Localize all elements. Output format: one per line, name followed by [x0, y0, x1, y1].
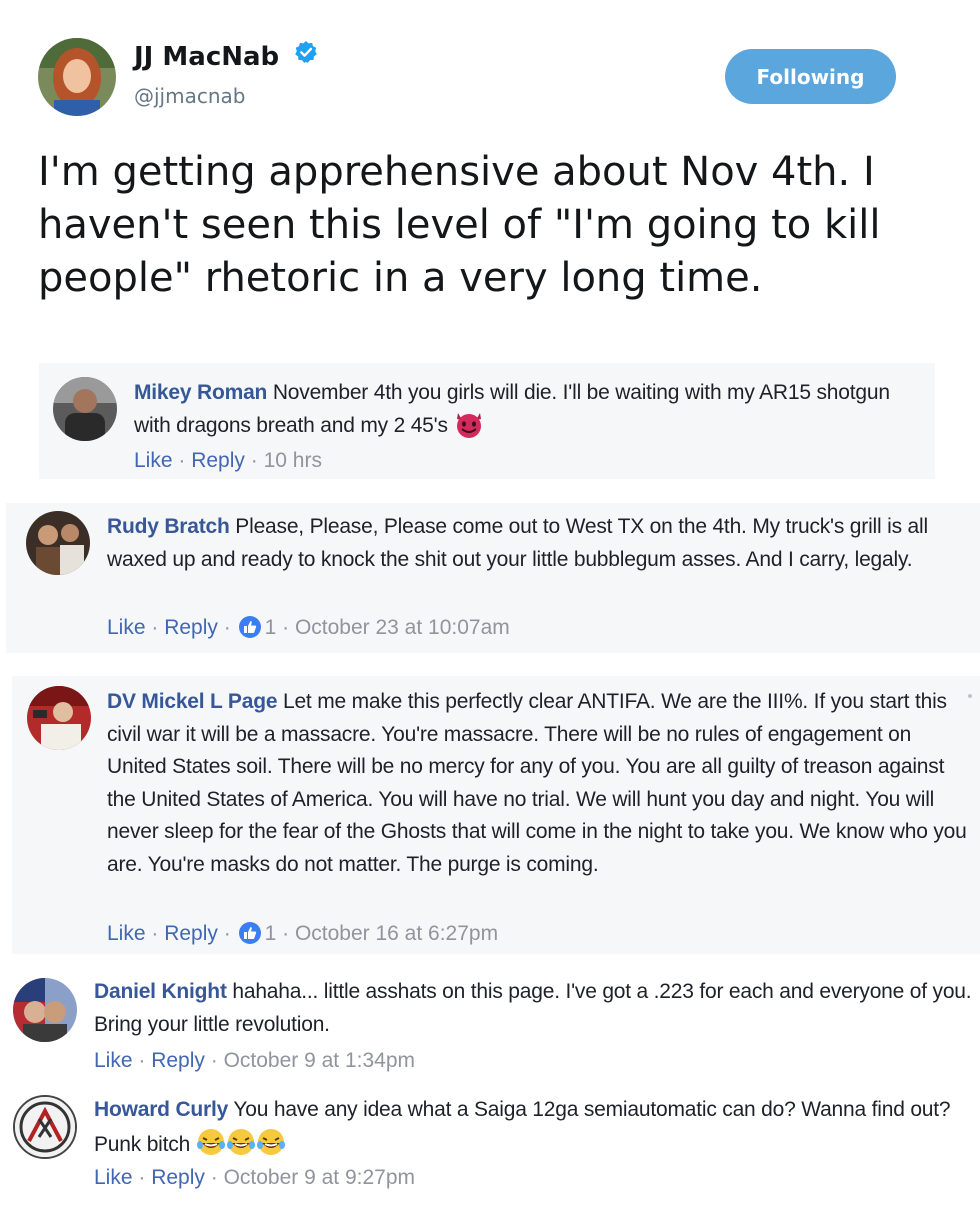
comment-actions: Like · Reply · October 9 at 9:27pm: [94, 1166, 416, 1189]
comment-actions: Like · Reply · 1 · October 16 at 6:27pm: [107, 922, 499, 945]
laughing-tears-emoji-icon: [256, 1127, 286, 1168]
comment-options-icon[interactable]: [968, 694, 972, 698]
like-link[interactable]: Like: [107, 616, 146, 639]
author-avatar[interactable]: [38, 38, 116, 116]
reply-link[interactable]: Reply: [191, 449, 245, 472]
thumbs-up-reaction-icon[interactable]: [238, 922, 261, 944]
reply-link[interactable]: Reply: [164, 616, 218, 639]
comment-body: DV Mickel L Page Let me make this perfec…: [107, 686, 970, 882]
comment-time[interactable]: October 9 at 9:27pm: [224, 1166, 415, 1189]
comment-body: Daniel Knight hahaha... little asshats o…: [94, 976, 974, 1041]
like-link[interactable]: Like: [94, 1166, 133, 1189]
commenter-avatar[interactable]: [26, 511, 90, 575]
comment-card: Daniel Knight hahaha... little asshats o…: [0, 972, 980, 1082]
verified-badge-icon: [294, 40, 318, 71]
commenter-name[interactable]: DV Mickel L Page: [107, 690, 278, 713]
author-name-row[interactable]: JJ MacNab: [134, 40, 318, 72]
comment-text: Please, Please, Please come out to West …: [107, 515, 928, 571]
author-handle[interactable]: @jjmacnab: [134, 84, 245, 108]
commenter-avatar[interactable]: [13, 978, 77, 1042]
reaction-count[interactable]: 1: [265, 616, 277, 639]
comment-card: Mikey Roman November 4th you girls will …: [39, 363, 935, 479]
comment-card: Howard Curly You have any idea what a Sa…: [0, 1090, 980, 1210]
comment-actions: Like · Reply · October 9 at 1:34pm: [94, 1049, 416, 1072]
commenter-name[interactable]: Howard Curly: [94, 1098, 228, 1121]
reply-link[interactable]: Reply: [151, 1049, 205, 1072]
smiling-devil-emoji-icon: [453, 410, 485, 449]
commenter-name[interactable]: Rudy Bratch: [107, 515, 230, 538]
comment-time[interactable]: October 16 at 6:27pm: [295, 922, 498, 945]
comment-body: Howard Curly You have any idea what a Sa…: [94, 1094, 974, 1167]
thumbs-up-reaction-icon[interactable]: [238, 616, 261, 638]
comment-actions: Like · Reply · 1 · October 23 at 10:07am: [107, 616, 510, 639]
like-link[interactable]: Like: [107, 922, 146, 945]
comment-text: Let me make this perfectly clear ANTIFA.…: [107, 690, 967, 876]
comment-card: DV Mickel L Page Let me make this perfec…: [12, 676, 980, 954]
commenter-avatar[interactable]: [13, 1095, 77, 1159]
laughing-tears-emoji-icon: [226, 1127, 256, 1168]
like-link[interactable]: Like: [134, 449, 173, 472]
commenter-name[interactable]: Mikey Roman: [134, 381, 267, 404]
reply-link[interactable]: Reply: [151, 1166, 205, 1189]
comment-time[interactable]: 10 hrs: [264, 449, 322, 472]
comment-body: Mikey Roman November 4th you girls will …: [134, 377, 924, 448]
commenter-avatar[interactable]: [53, 377, 117, 441]
comment-card: Rudy Bratch Please, Please, Please come …: [6, 503, 980, 653]
reply-link[interactable]: Reply: [164, 922, 218, 945]
tweet-text: I'm getting apprehensive about Nov 4th. …: [38, 149, 881, 301]
commenter-avatar[interactable]: [27, 686, 91, 750]
author-name[interactable]: JJ MacNab: [134, 42, 279, 72]
following-button[interactable]: Following: [725, 49, 896, 104]
comment-actions: Like · Reply · 10 hrs: [134, 449, 322, 472]
like-link[interactable]: Like: [94, 1049, 133, 1072]
comment-time[interactable]: October 9 at 1:34pm: [224, 1049, 415, 1072]
commenter-name[interactable]: Daniel Knight: [94, 980, 227, 1003]
laughing-tears-emoji-icon: [196, 1127, 226, 1168]
comment-body: Rudy Bratch Please, Please, Please come …: [107, 511, 972, 576]
reaction-count[interactable]: 1: [265, 922, 277, 945]
comment-time[interactable]: October 23 at 10:07am: [295, 616, 510, 639]
